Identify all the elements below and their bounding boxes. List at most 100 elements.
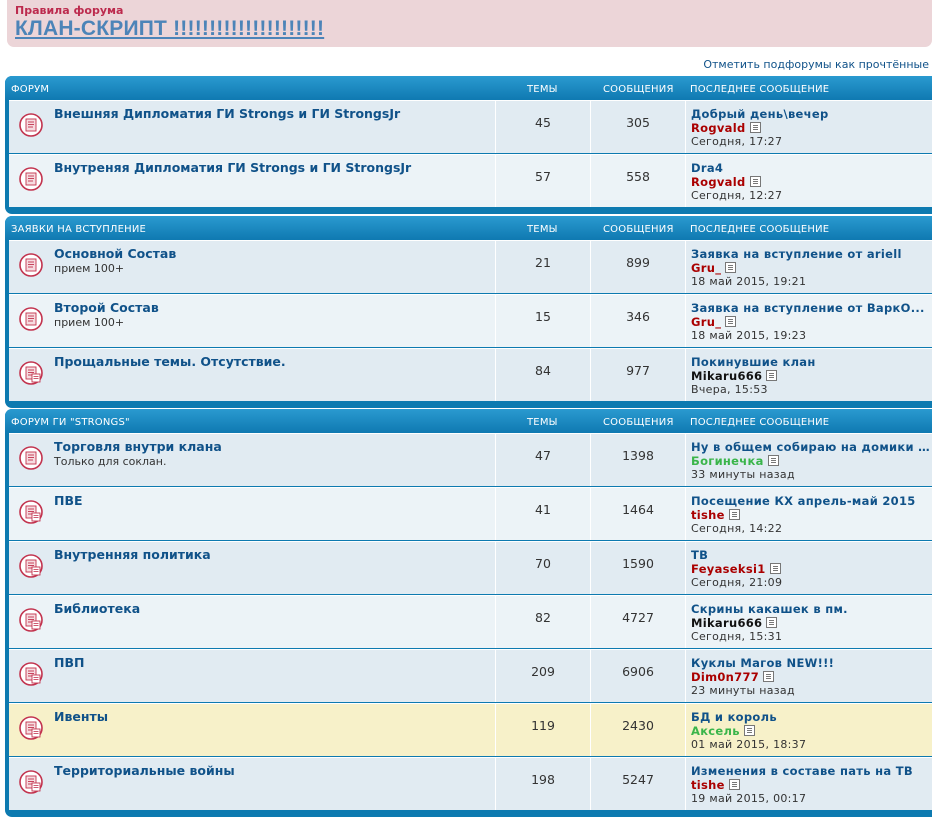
forum-locked-icon	[19, 361, 43, 385]
last-post-author: Rogvald	[691, 175, 761, 189]
posts-count: 977	[590, 349, 685, 401]
author-link[interactable]: tishe	[691, 778, 725, 792]
view-latest-post-icon[interactable]	[725, 316, 737, 327]
author-link[interactable]: Gru_	[691, 315, 721, 329]
last-post-title-link[interactable]: Заявка на вступление от ВаркО...	[691, 301, 931, 315]
topics-count: 41	[495, 488, 590, 540]
last-post-title-link[interactable]: Dra4	[691, 161, 931, 175]
category-header: Заявки на вступление Темы Сообщения Последн…	[5, 216, 932, 240]
forum-category-block: Форум ГИ "Strongs" Темы Сообщения Последнее…	[5, 409, 932, 817]
category-header: Форум Темы Сообщения Последнее сообщение	[5, 76, 932, 100]
author-link[interactable]: Mikaru666	[691, 369, 762, 383]
forum-description: Только для соклан.	[54, 455, 167, 468]
author-link[interactable]: Богинечка	[691, 454, 764, 468]
last-post-time: 19 май 2015, 00:17	[691, 792, 807, 805]
view-latest-post-icon[interactable]	[749, 176, 761, 187]
forum-locked-icon	[19, 770, 43, 794]
column-header-last-post: Последнее сообщение	[690, 84, 830, 95]
forum-title-link[interactable]: Ивенты	[54, 709, 108, 724]
forum-row: Ивенты 119 2430 БД и король Аксель 01 май 201…	[9, 703, 932, 757]
forum-title-link[interactable]: ПВЕ	[54, 493, 83, 508]
posts-count: 1590	[590, 542, 685, 594]
forum-title-link[interactable]: Библиотека	[54, 601, 140, 616]
last-post-title-link[interactable]: Добрый день\вечер	[691, 107, 931, 121]
last-post-cell: Куклы Магов NEW!!! Dim0n777 23 минуты наза…	[685, 650, 932, 702]
view-latest-post-icon[interactable]	[763, 671, 775, 682]
view-latest-post-icon[interactable]	[767, 455, 779, 466]
forum-locked-icon	[19, 662, 43, 686]
view-latest-post-icon[interactable]	[769, 563, 781, 574]
rules-link[interactable]: КЛАН-СКРИПТ !!!!!!!!!!!!!!!!!!!!!	[15, 17, 324, 41]
last-post-time: 23 минуты назад	[691, 684, 795, 697]
forum-title-link[interactable]: Прощальные темы. Отсутствие.	[54, 354, 286, 369]
posts-count: 5247	[590, 758, 685, 810]
forum-title-link[interactable]: Внутреняя Дипломатия ГИ Strongs и ГИ Str…	[54, 160, 411, 175]
last-post-title-link[interactable]: Изменения в составе пать на ТВ	[691, 764, 931, 778]
view-latest-post-icon[interactable]	[728, 779, 740, 790]
author-link[interactable]: Mikaru666	[691, 616, 762, 630]
forum-row: Торговля внутри клана Только для соклан. 4…	[9, 433, 932, 487]
forum-title-link[interactable]: Внешняя Дипломатия ГИ Strongs и ГИ Stron…	[54, 106, 400, 121]
forum-locked-icon	[19, 608, 43, 632]
last-post-title-link[interactable]: Ну в общем собираю на домики ...	[691, 440, 931, 454]
topics-count: 57	[495, 155, 590, 207]
forum-row: Внешняя Дипломатия ГИ Strongs и ГИ Stron…	[9, 100, 932, 154]
last-post-time: 18 май 2015, 19:23	[691, 329, 807, 342]
mark-forums-read-link[interactable]: Отметить подфорумы как прочтённые	[529, 58, 932, 71]
last-post-title-link[interactable]: Заявка на вступление от ariell	[691, 247, 931, 261]
category-title[interactable]: Форум	[11, 84, 49, 95]
last-post-time: Сегодня, 17:27	[691, 135, 783, 148]
forum-title-link[interactable]: Основной Состав	[54, 246, 176, 261]
category-footer	[5, 208, 932, 214]
forum-title-link[interactable]: Внутренняя политика	[54, 547, 211, 562]
last-post-author: Feyaseksi1	[691, 562, 781, 576]
author-link[interactable]: Feyaseksi1	[691, 562, 766, 576]
forum-locked-icon	[19, 716, 43, 740]
author-link[interactable]: Rogvald	[691, 121, 746, 135]
posts-count: 558	[590, 155, 685, 207]
forum-read-icon	[19, 253, 43, 277]
view-latest-post-icon[interactable]	[766, 370, 778, 381]
author-link[interactable]: Rogvald	[691, 175, 746, 189]
last-post-title-link[interactable]: Скрины какашек в пм.	[691, 602, 931, 616]
forum-title-link[interactable]: Второй Состав	[54, 300, 159, 315]
category-header: Форум ГИ "Strongs" Темы Сообщения Последнее…	[5, 409, 932, 433]
author-link[interactable]: Аксель	[691, 724, 740, 738]
forum-row: Библиотека 82 4727 Скрины какашек в пм. Mika…	[9, 595, 932, 649]
author-link[interactable]: tishe	[691, 508, 725, 522]
topics-count: 70	[495, 542, 590, 594]
forum-row: Внутренняя политика 70 1590 ТВ Feyaseksi1 Сег…	[9, 541, 932, 595]
last-post-title-link[interactable]: Куклы Магов NEW!!!	[691, 656, 931, 670]
last-post-title-link[interactable]: Покинувшие клан	[691, 355, 931, 369]
last-post-title-link[interactable]: БД и король	[691, 710, 931, 724]
forum-category-block: Заявки на вступление Темы Сообщения Последн…	[5, 216, 932, 408]
last-post-cell: Заявка на вступление от ВаркО... Gru_ 18 м…	[685, 295, 932, 347]
last-post-cell: Ну в общем собираю на домики ... Богинечк…	[685, 434, 932, 486]
last-post-cell: Добрый день\вечер Rogvald Сегодня, 17:27	[685, 101, 932, 153]
view-latest-post-icon[interactable]	[728, 509, 740, 520]
view-latest-post-icon[interactable]	[766, 617, 778, 628]
posts-count: 899	[590, 241, 685, 293]
forum-read-icon	[19, 307, 43, 331]
category-title[interactable]: Форум ГИ "Strongs"	[11, 417, 130, 428]
forum-category-block: Форум Темы Сообщения Последнее сообщение Вне…	[5, 76, 932, 214]
category-footer	[5, 811, 932, 817]
forum-title-link[interactable]: ПВП	[54, 655, 84, 670]
posts-count: 6906	[590, 650, 685, 702]
last-post-time: Сегодня, 14:22	[691, 522, 783, 535]
forum-title-link[interactable]: Территориальные войны	[54, 763, 235, 778]
posts-count: 1464	[590, 488, 685, 540]
forum-read-icon	[19, 113, 43, 137]
view-latest-post-icon[interactable]	[749, 122, 761, 133]
view-latest-post-icon[interactable]	[725, 262, 737, 273]
author-link[interactable]: Dim0n777	[691, 670, 759, 684]
forum-row: Территориальные войны 198 5247 Изменения в …	[9, 757, 932, 811]
last-post-title-link[interactable]: Посещение КХ апрель-май 2015	[691, 494, 931, 508]
last-post-cell: ТВ Feyaseksi1 Сегодня, 21:09	[685, 542, 932, 594]
last-post-title-link[interactable]: ТВ	[691, 548, 931, 562]
forum-row: Второй Состав прием 100+ 15 346 Заявка на вс…	[9, 294, 932, 348]
forum-title-link[interactable]: Торговля внутри клана	[54, 439, 222, 454]
view-latest-post-icon[interactable]	[743, 725, 755, 736]
category-title[interactable]: Заявки на вступление	[11, 224, 146, 235]
author-link[interactable]: Gru_	[691, 261, 721, 275]
